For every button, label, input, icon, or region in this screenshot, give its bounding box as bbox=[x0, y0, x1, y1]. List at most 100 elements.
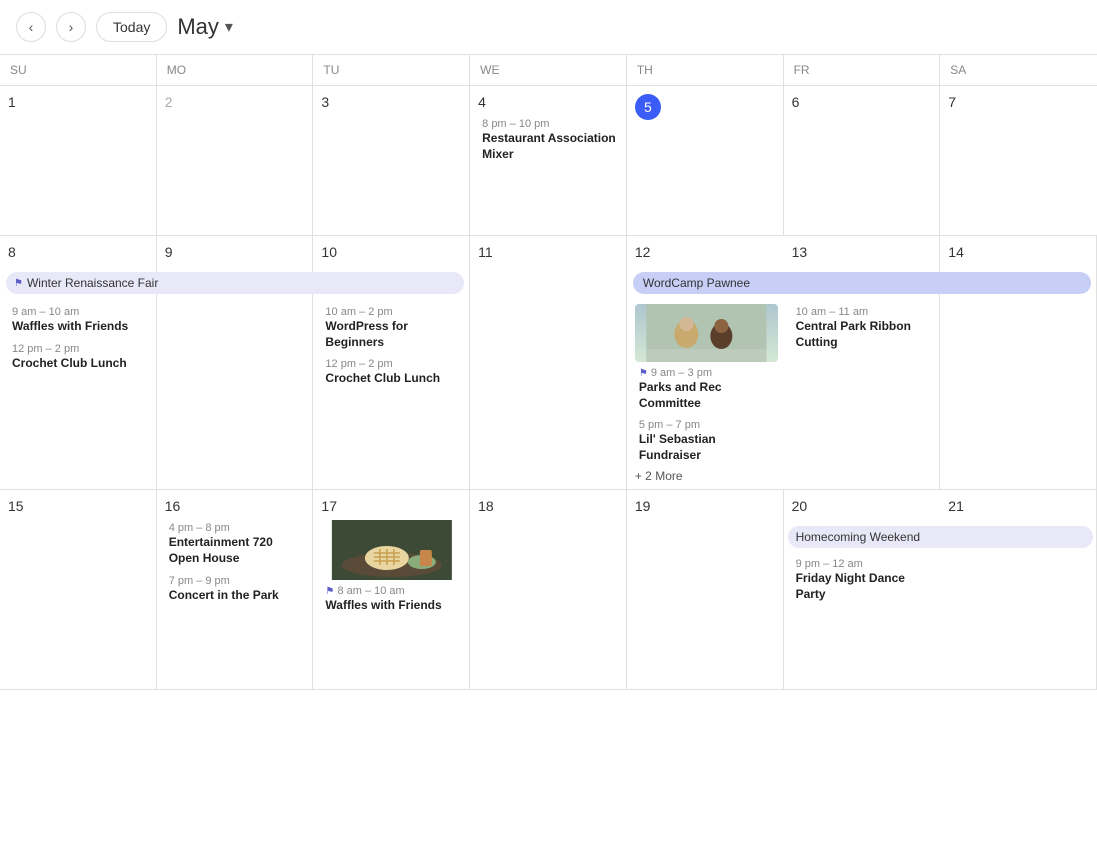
event-time: 7 pm – 9 pm bbox=[169, 575, 303, 587]
cell-may-17: 17 bbox=[313, 490, 470, 690]
cell-may-16: 16 4 pm – 8 pm Entertainment 720 Open Ho… bbox=[157, 490, 314, 690]
cell-may-2: 2 bbox=[157, 86, 314, 236]
event-title: Crochet Club Lunch bbox=[12, 356, 146, 372]
flag-icon: ⚑ bbox=[14, 278, 23, 289]
date-13: 13 bbox=[792, 244, 808, 260]
cell-may-3: 3 bbox=[313, 86, 470, 236]
event-crochet-8[interactable]: 12 pm – 2 pm Crochet Club Lunch bbox=[8, 341, 150, 374]
event-time: ⚑ 9 am – 3 pm bbox=[639, 367, 774, 379]
date-3: 3 bbox=[321, 94, 329, 110]
date-5: 5 bbox=[635, 94, 661, 120]
month-label: May bbox=[177, 14, 219, 40]
date-2: 2 bbox=[165, 94, 173, 110]
next-button[interactable]: › bbox=[56, 12, 86, 42]
event-time: 5 pm – 7 pm bbox=[639, 419, 774, 431]
event-entertainment-720[interactable]: 4 pm – 8 pm Entertainment 720 Open House bbox=[165, 520, 307, 568]
more-events-link[interactable]: + 2 More bbox=[635, 469, 778, 483]
date-16: 16 bbox=[165, 498, 181, 514]
event-sebastian-fundraiser[interactable]: 5 pm – 7 pm Lil' Sebastian Fundraiser bbox=[635, 417, 778, 465]
event-label: Homecoming Weekend bbox=[796, 530, 921, 544]
today-button[interactable]: Today bbox=[96, 12, 167, 42]
cell-may-1: 1 bbox=[0, 86, 157, 236]
event-title: Restaurant Association Mixer bbox=[482, 131, 616, 162]
event-title: WordPress for Beginners bbox=[325, 319, 459, 350]
event-time: 8 pm – 10 pm bbox=[482, 118, 616, 130]
event-time: 10 am – 11 am bbox=[796, 306, 930, 318]
date-21: 21 bbox=[948, 498, 964, 514]
event-time: 4 pm – 8 pm bbox=[169, 522, 303, 534]
cell-may-5: 5 bbox=[627, 86, 784, 236]
cell-may-4: 4 8 pm – 10 pm Restaurant Association Mi… bbox=[470, 86, 627, 236]
event-title: Central Park Ribbon Cutting bbox=[796, 319, 930, 350]
winter-renaissance-fair-event[interactable]: ⚑ Winter Renaissance Fair bbox=[6, 272, 464, 294]
day-headers-row: SU MO TU WE TH FR SA bbox=[0, 55, 1097, 86]
event-parks-rec[interactable]: ⚑ 9 am – 3 pm Parks and Rec Committee bbox=[635, 365, 778, 413]
event-title: Concert in the Park bbox=[169, 588, 303, 604]
date-4: 4 bbox=[478, 94, 486, 110]
cell-may-15: 15 bbox=[0, 490, 157, 690]
date-8: 8 bbox=[8, 244, 16, 260]
event-time: ⚑ 8 am – 10 am bbox=[325, 585, 459, 597]
month-chevron-icon: ▾ bbox=[225, 17, 233, 37]
date-11: 11 bbox=[478, 244, 493, 260]
date-12: 12 bbox=[635, 244, 651, 260]
event-waffles-friends-17[interactable]: ⚑ 8 am – 10 am Waffles with Friends bbox=[321, 583, 463, 616]
calendar-grid-container: SU MO TU WE TH FR SA 1 2 3 4 bbox=[0, 54, 1097, 690]
prev-button[interactable]: ‹ bbox=[16, 12, 46, 42]
cell-may-7: 7 bbox=[940, 86, 1097, 236]
event-title: Waffles with Friends bbox=[325, 598, 459, 614]
event-title: Lil' Sebastian Fundraiser bbox=[639, 432, 774, 463]
homecoming-weekend-event[interactable]: Homecoming Weekend bbox=[788, 526, 1093, 548]
event-friday-night-dance[interactable]: 9 pm – 12 am Friday Night Dance Party bbox=[792, 556, 935, 604]
day-header-sa: SA bbox=[940, 55, 1097, 85]
parks-rec-image bbox=[635, 304, 778, 362]
date-10: 10 bbox=[321, 244, 337, 260]
event-restaurant-mixer[interactable]: 8 pm – 10 pm Restaurant Association Mixe… bbox=[478, 116, 620, 164]
event-concert-park[interactable]: 7 pm – 9 pm Concert in the Park bbox=[165, 573, 307, 606]
week-row-3: Homecoming Weekend 15 16 4 pm – 8 pm Ent… bbox=[0, 490, 1097, 690]
event-central-park-ribbon[interactable]: 10 am – 11 am Central Park Ribbon Cuttin… bbox=[792, 304, 934, 352]
event-title: Crochet Club Lunch bbox=[325, 371, 459, 387]
event-time: 9 pm – 12 am bbox=[796, 558, 931, 570]
date-15: 15 bbox=[8, 498, 24, 514]
cell-may-11: 11 bbox=[470, 236, 627, 490]
event-time: 10 am – 2 pm bbox=[325, 306, 459, 318]
date-19: 19 bbox=[635, 498, 651, 514]
date-9: 9 bbox=[165, 244, 173, 260]
cell-may-20: 20 9 pm – 12 am Friday Night Dance Party bbox=[784, 490, 941, 690]
event-crochet-10[interactable]: 12 pm – 2 pm Crochet Club Lunch bbox=[321, 356, 463, 389]
cell-may-18: 18 bbox=[470, 490, 627, 690]
week-row-2: ⚑ Winter Renaissance Fair WordCamp Pawne… bbox=[0, 236, 1097, 490]
event-time: 9 am – 10 am bbox=[12, 306, 146, 318]
date-20: 20 bbox=[792, 498, 808, 514]
event-time: 12 pm – 2 pm bbox=[12, 343, 146, 355]
app-container: ‹ › Today May ▾ SU MO TU WE TH FR SA 1 bbox=[0, 0, 1097, 690]
wordcamp-pawnee-event[interactable]: WordCamp Pawnee bbox=[633, 272, 1091, 294]
event-label: WordCamp Pawnee bbox=[643, 276, 750, 290]
cell-may-21: 21 bbox=[940, 490, 1097, 690]
cell-may-19: 19 bbox=[627, 490, 784, 690]
date-7: 7 bbox=[948, 94, 956, 110]
week-row-1: 1 2 3 4 8 pm – 10 pm Restaurant Associat… bbox=[0, 86, 1097, 236]
month-selector[interactable]: May ▾ bbox=[177, 14, 233, 40]
date-1: 1 bbox=[8, 94, 16, 110]
event-title: Friday Night Dance Party bbox=[796, 571, 931, 602]
chevron-right-icon: › bbox=[69, 19, 74, 35]
calendar-header: ‹ › Today May ▾ bbox=[0, 0, 1097, 54]
event-title: Waffles with Friends bbox=[12, 319, 146, 335]
event-waffles-friends-8[interactable]: 9 am – 10 am Waffles with Friends bbox=[8, 304, 150, 337]
date-17: 17 bbox=[321, 498, 337, 514]
day-header-mo: MO bbox=[157, 55, 314, 85]
event-wordpress-beginners[interactable]: 10 am – 2 pm WordPress for Beginners bbox=[321, 304, 463, 352]
event-label: Winter Renaissance Fair bbox=[27, 276, 158, 290]
event-title: Entertainment 720 Open House bbox=[169, 535, 303, 566]
event-time: 12 pm – 2 pm bbox=[325, 358, 459, 370]
cell-may-6: 6 bbox=[784, 86, 941, 236]
day-header-th: TH bbox=[627, 55, 784, 85]
day-header-fr: FR bbox=[784, 55, 941, 85]
date-18: 18 bbox=[478, 498, 494, 514]
date-14: 14 bbox=[948, 244, 964, 260]
day-header-we: WE bbox=[470, 55, 627, 85]
event-title: Parks and Rec Committee bbox=[639, 380, 774, 411]
day-header-tu: TU bbox=[313, 55, 470, 85]
